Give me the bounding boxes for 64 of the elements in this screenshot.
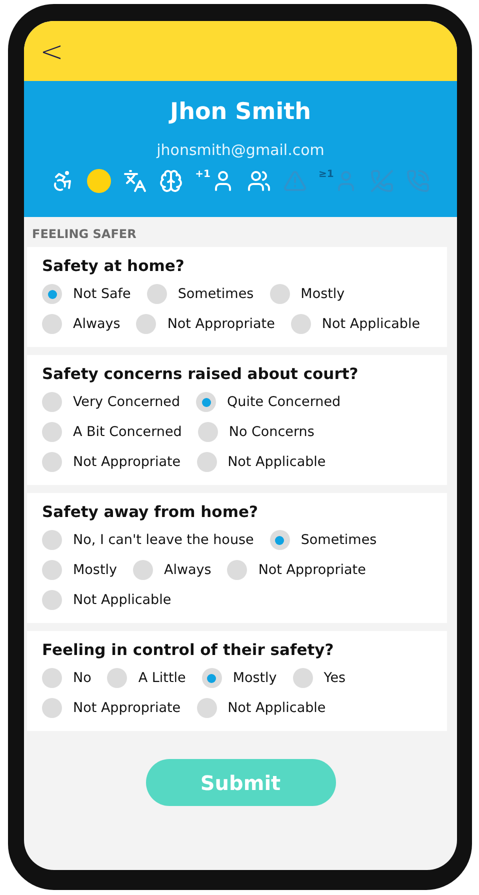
user-name: Jhon Smith — [170, 99, 311, 125]
radio-button[interactable] — [196, 698, 217, 718]
question-title: Safety away from home? — [42, 503, 259, 521]
option-label: Not Applicable — [73, 592, 172, 608]
option-label: No, I can't leave the house — [73, 532, 254, 548]
count-label: ≥1 — [318, 169, 334, 180]
option-label: Mostly — [232, 670, 277, 686]
radio-button[interactable] — [42, 668, 62, 688]
radio-button[interactable] — [227, 560, 248, 580]
radio-button[interactable] — [107, 668, 128, 688]
option-label: Sometimes — [178, 286, 254, 302]
back-button[interactable]: < — [40, 34, 64, 68]
radio-button[interactable] — [196, 452, 217, 472]
option-label: No — [73, 670, 92, 686]
user-email: jhonsmith@gmail.com — [156, 141, 324, 159]
radio-button[interactable] — [146, 284, 167, 304]
radio-button[interactable] — [42, 392, 62, 412]
option-label: Not Safe — [73, 286, 131, 302]
option-label: No Concerns — [228, 424, 314, 440]
question-title: Feeling in control of their safety? — [42, 641, 335, 659]
option-label: Not Appropriate — [73, 700, 181, 716]
people-icon — [246, 169, 270, 193]
radio-button[interactable] — [196, 392, 216, 412]
warning-icon — [282, 169, 306, 193]
radio-button[interactable] — [290, 314, 311, 334]
option-label: Not Applicable — [228, 700, 326, 716]
option-label: Not Appropriate — [167, 316, 275, 332]
radio-button[interactable] — [292, 668, 313, 688]
translate-icon — [123, 169, 148, 193]
radio-button[interactable] — [42, 422, 62, 442]
radio-button[interactable] — [270, 530, 290, 550]
radio-button[interactable] — [136, 314, 156, 334]
radio-button[interactable] — [42, 560, 62, 580]
option-label: A Bit Concerned — [73, 424, 182, 440]
section-title: FEELING SAFER — [31, 226, 138, 243]
phone-off-icon — [370, 169, 394, 193]
option-label: Not Appropriate — [73, 454, 181, 470]
option-label: Always — [164, 562, 212, 578]
option-label: Mostly — [73, 562, 117, 578]
phone-call-icon — [406, 169, 430, 193]
option-label: Very Concerned — [73, 394, 180, 410]
radio-button[interactable] — [202, 668, 222, 688]
option-label: A Little — [138, 670, 186, 686]
question-title: Safety concerns raised about court? — [42, 365, 360, 383]
option-label: Not Appropriate — [258, 562, 366, 578]
radio-button[interactable] — [42, 530, 62, 550]
option-label: Not Applicable — [228, 454, 326, 470]
option-label: Not Applicable — [322, 316, 420, 332]
radio-button[interactable] — [42, 698, 62, 718]
brain-icon — [159, 169, 184, 193]
option-label: Yes — [324, 670, 346, 686]
option-label: Always — [73, 316, 120, 332]
option-label: Quite Concerned — [227, 394, 341, 410]
radio-button[interactable] — [42, 314, 62, 334]
radio-button[interactable] — [198, 422, 218, 442]
radio-button[interactable] — [42, 452, 62, 472]
radio-button[interactable] — [270, 284, 290, 304]
option-label: Sometimes — [300, 532, 377, 548]
count-label: +1 — [195, 169, 210, 180]
question-title: Safety at home? — [42, 257, 186, 275]
option-label: Mostly — [300, 286, 345, 302]
radio-button[interactable] — [132, 560, 153, 580]
radio-button[interactable] — [42, 284, 62, 304]
radio-button[interactable] — [42, 590, 62, 610]
